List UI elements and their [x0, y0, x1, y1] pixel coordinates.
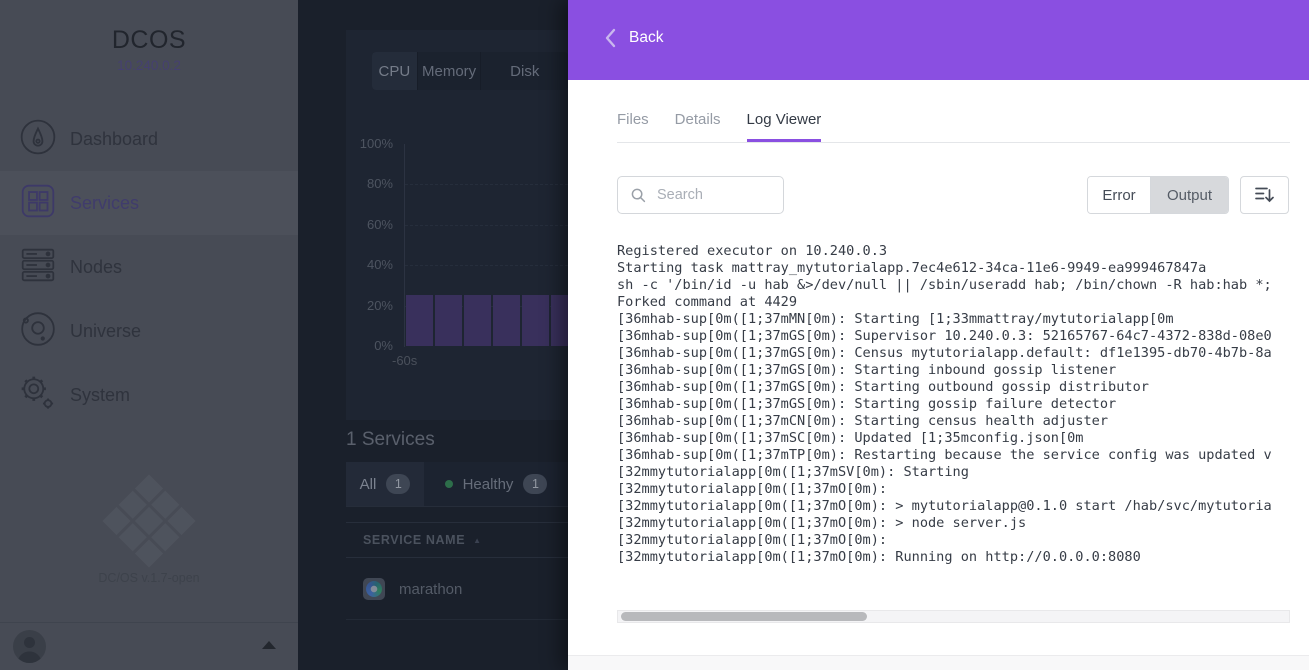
sidebar-item-system[interactable]: System: [0, 363, 298, 427]
filter-all[interactable]: All 1: [346, 462, 424, 506]
user-avatar[interactable]: [13, 630, 46, 663]
caret-up-icon[interactable]: [262, 641, 276, 649]
download-log-icon: [1254, 185, 1275, 205]
y-axis-tick: 40%: [338, 257, 393, 272]
sidebar-nav: Dashboard Services: [0, 107, 298, 427]
user-menu[interactable]: [0, 622, 298, 670]
gears-icon: [19, 374, 57, 417]
y-axis-tick: 60%: [338, 217, 393, 232]
search-icon: [631, 188, 646, 203]
main-content: CPU Memory Disk 100% 80% 60% 40% 20% 0% …: [298, 0, 568, 670]
brand-title: DCOS: [0, 26, 298, 55]
filter-label: All: [360, 476, 377, 493]
sidebar-item-nodes[interactable]: Nodes: [0, 235, 298, 299]
service-row-marathon[interactable]: marathon: [346, 559, 568, 620]
dcos-logo: [102, 474, 195, 567]
count-badge: 1: [386, 474, 410, 494]
log-text: Registered executor on 10.240.0.3 Starti…: [617, 243, 1290, 566]
tab-files[interactable]: Files: [617, 111, 649, 142]
y-axis-line: [404, 144, 405, 347]
log-output: Registered executor on 10.240.0.3 Starti…: [617, 243, 1290, 573]
search-input[interactable]: [655, 186, 779, 204]
app-screen: DCOS 10.240.0.2 Dashboard: [0, 0, 1309, 670]
panel-tabs: Files Details Log Viewer: [617, 111, 821, 142]
tab-details[interactable]: Details: [675, 111, 721, 142]
back-button[interactable]: Back: [604, 28, 663, 48]
y-axis-tick: 80%: [338, 176, 393, 191]
log-search-box: [617, 176, 784, 214]
back-label: Back: [629, 29, 663, 47]
sidebar: DCOS 10.240.0.2 Dashboard: [0, 0, 298, 670]
sidebar-item-label: Universe: [70, 321, 141, 342]
marathon-service-icon: [363, 578, 385, 600]
planet-icon: [19, 310, 57, 353]
count-badge: 1: [523, 474, 547, 494]
tab-log-viewer[interactable]: Log Viewer: [747, 111, 822, 142]
filter-healthy[interactable]: Healthy 1: [424, 462, 568, 506]
y-axis-tick: 0%: [338, 338, 393, 353]
x-axis-tick: -60s: [392, 353, 417, 368]
filter-label: Healthy: [463, 476, 514, 493]
healthy-status-dot: [445, 480, 453, 488]
sidebar-item-label: Nodes: [70, 257, 122, 278]
sidebar-item-services[interactable]: Services: [0, 171, 298, 235]
tabs-divider: [617, 142, 1290, 143]
y-axis-tick: 100%: [338, 136, 393, 151]
cpu-usage-bars: [406, 144, 568, 346]
service-name: marathon: [399, 581, 462, 598]
tab-disk[interactable]: Disk: [480, 52, 568, 90]
gauge-icon: [19, 118, 57, 161]
servers-icon: [19, 246, 57, 289]
sidebar-item-universe[interactable]: Universe: [0, 299, 298, 363]
version-label: DC/OS v.1.7-open: [0, 571, 298, 585]
task-detail-panel: Back Files Details Log Viewer Error Outp…: [568, 0, 1309, 670]
services-heading: 1 Services: [346, 429, 435, 451]
tab-memory[interactable]: Memory: [417, 52, 481, 90]
horizontal-scrollbar[interactable]: [617, 610, 1290, 623]
panel-header: Back: [568, 0, 1309, 80]
service-filter-tabs: All 1 Healthy 1: [346, 462, 568, 507]
tab-cpu[interactable]: CPU: [372, 52, 417, 90]
column-label: SERVICE NAME: [363, 533, 465, 547]
service-name-column-header[interactable]: SERVICE NAME ▲: [346, 522, 568, 558]
scrollbar-thumb[interactable]: [621, 612, 867, 621]
sidebar-item-label: Services: [70, 193, 139, 214]
grid-icon: [19, 182, 57, 225]
y-axis-tick: 20%: [338, 298, 393, 313]
sidebar-item-label: Dashboard: [70, 129, 158, 150]
download-log-button[interactable]: [1240, 176, 1289, 214]
log-stream-toggle: Error Output: [1087, 176, 1229, 214]
output-toggle-button[interactable]: Output: [1150, 177, 1228, 213]
sidebar-item-dashboard[interactable]: Dashboard: [0, 107, 298, 171]
sort-asc-icon: ▲: [473, 536, 481, 545]
metric-tabs: CPU Memory Disk: [372, 52, 568, 90]
error-toggle-button[interactable]: Error: [1088, 177, 1150, 213]
panel-footer: [568, 655, 1309, 670]
chevron-left-icon: [604, 28, 618, 48]
cluster-ip: 10.240.0.2: [0, 58, 298, 73]
sidebar-item-label: System: [70, 385, 130, 406]
